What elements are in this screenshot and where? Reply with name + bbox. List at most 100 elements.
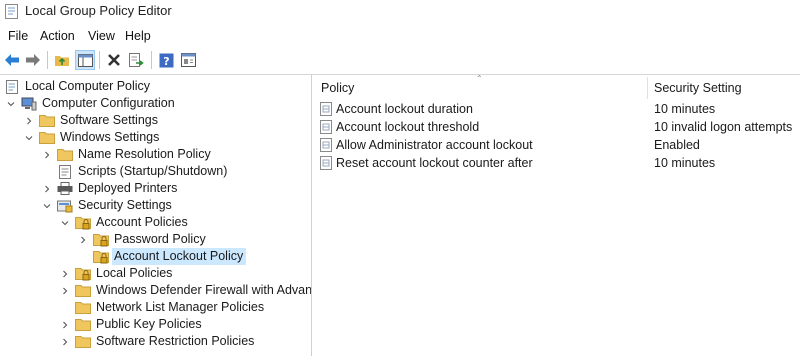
up-folder-icon — [55, 56, 69, 66]
properties-icon — [180, 53, 196, 67]
menu-view[interactable]: View — [88, 29, 115, 43]
table-row[interactable]: Allow Administrator account lockout Enab… — [313, 136, 800, 154]
properties-button[interactable] — [178, 50, 198, 70]
sort-ascending-icon: ⌃ — [476, 75, 483, 83]
lock-folder-icon — [75, 267, 91, 281]
folder-icon — [39, 131, 55, 145]
column-divider[interactable] — [647, 77, 648, 99]
tree-node-security-settings[interactable]: Security Settings — [42, 197, 175, 214]
tree-node-scripts[interactable]: Scripts (Startup/Shutdown) — [57, 163, 230, 180]
folder-icon — [75, 301, 91, 315]
chevron-right-icon[interactable] — [60, 286, 70, 296]
chevron-right-icon[interactable] — [42, 150, 52, 160]
menu-file[interactable]: File — [8, 29, 28, 43]
tree-node-local-computer-policy[interactable]: Local Computer Policy — [4, 78, 153, 95]
show-hide-tree-button[interactable] — [75, 50, 95, 70]
policy-setting-icon — [320, 102, 332, 116]
computer-icon — [21, 97, 37, 111]
policy-editor-icon — [5, 4, 18, 19]
lock-folder-icon — [93, 250, 109, 264]
chevron-down-icon[interactable] — [42, 201, 52, 211]
tree-node-local-policies[interactable]: Local Policies — [60, 265, 175, 282]
chevron-down-icon[interactable] — [60, 218, 70, 228]
details-list[interactable]: ⌃ Policy Security Setting Account lockou… — [313, 75, 800, 356]
chevron-right-icon[interactable] — [42, 184, 52, 194]
tree-node-computer-configuration[interactable]: Computer Configuration — [6, 95, 178, 112]
tree-node-label: Windows Defender Firewall with Advanced — [96, 283, 312, 297]
export-list-button[interactable] — [126, 50, 146, 70]
toolbar-separator — [47, 51, 48, 69]
table-row[interactable]: Account lockout threshold 10 invalid log… — [313, 118, 800, 136]
tree-node-name-resolution-policy[interactable]: Name Resolution Policy — [42, 146, 214, 163]
policy-setting-icon — [320, 120, 332, 134]
menu-action[interactable]: Action — [40, 29, 75, 43]
up-one-level-button[interactable] — [52, 50, 72, 70]
tree-node-label: Account Lockout Policy — [112, 248, 247, 265]
folder-icon — [75, 318, 91, 332]
back-arrow-icon — [5, 54, 19, 66]
folder-icon — [75, 335, 91, 349]
security-setting-value: 10 minutes — [654, 156, 716, 170]
tree-node-software-settings[interactable]: Software Settings — [24, 112, 161, 129]
delete-button[interactable] — [104, 50, 124, 70]
help-icon: ? — [159, 53, 173, 68]
export-list-icon — [128, 53, 144, 67]
forward-button[interactable] — [23, 50, 43, 70]
column-header-security-setting[interactable]: Security Setting — [654, 81, 742, 95]
tree-node-label: Software Settings — [60, 113, 158, 127]
policy-name: Account lockout threshold — [336, 120, 480, 134]
window-title: Local Group Policy Editor — [25, 3, 172, 18]
tree-node-label: Security Settings — [78, 198, 172, 212]
chevron-right-icon[interactable] — [24, 116, 34, 126]
console-tree[interactable]: Local Computer Policy Computer Configura… — [0, 75, 312, 356]
tree-node-label: Deployed Printers — [78, 181, 178, 195]
chevron-down-icon[interactable] — [24, 133, 34, 143]
help-button[interactable]: ? — [156, 50, 176, 70]
chevron-down-icon[interactable] — [6, 99, 16, 109]
tree-node-public-key-policies[interactable]: Public Key Policies — [60, 316, 205, 333]
policy-name: Reset account lockout counter after — [336, 156, 533, 170]
tree-node-label: Password Policy — [114, 232, 206, 246]
tree-node-windows-settings[interactable]: Windows Settings — [24, 129, 162, 146]
lock-folder-icon — [75, 216, 91, 230]
toolbar: ? — [0, 47, 800, 75]
toolbar-separator — [99, 51, 100, 69]
menu-help[interactable]: Help — [125, 29, 151, 43]
column-header-policy[interactable]: Policy — [321, 81, 354, 95]
tree-node-label: Name Resolution Policy — [78, 147, 211, 161]
policy-setting-icon — [320, 138, 332, 152]
tree-node-windows-defender-firewall[interactable]: Windows Defender Firewall with Advanced — [60, 282, 312, 299]
security-setting-value: 10 minutes — [654, 102, 716, 116]
tree-node-account-lockout-policy[interactable]: Account Lockout Policy — [93, 248, 247, 265]
tree-node-network-list-manager[interactable]: Network List Manager Policies — [75, 299, 267, 316]
script-icon — [57, 164, 73, 179]
tree-node-software-restriction-policies[interactable]: Software Restriction Policies — [60, 333, 257, 350]
security-setting-value: 10 invalid logon attempts — [654, 120, 793, 134]
table-row[interactable]: Reset account lockout counter after 10 m… — [313, 154, 800, 172]
policy-setting-icon — [320, 156, 332, 170]
tree-node-label: Public Key Policies — [96, 317, 202, 331]
tree-node-label: Network List Manager Policies — [96, 300, 265, 314]
chevron-right-icon[interactable] — [60, 269, 70, 279]
tree-node-account-policies[interactable]: Account Policies — [60, 214, 191, 231]
toolbar-separator — [151, 51, 152, 69]
table-row[interactable]: Account lockout duration 10 minutes — [313, 100, 800, 118]
lock-folder-icon — [93, 233, 109, 247]
policy-doc-icon — [4, 79, 20, 94]
folder-icon — [57, 148, 73, 162]
chevron-right-icon[interactable] — [78, 235, 88, 245]
security-icon — [57, 199, 73, 213]
tree-node-label: Scripts (Startup/Shutdown) — [78, 164, 228, 178]
tree-node-label: Local Computer Policy — [25, 79, 151, 93]
tree-node-label: Computer Configuration — [42, 96, 175, 110]
chevron-right-icon[interactable] — [60, 320, 70, 330]
printer-icon — [57, 182, 73, 196]
back-button[interactable] — [2, 50, 22, 70]
tree-node-label: Local Policies — [96, 266, 173, 280]
policy-name: Allow Administrator account lockout — [336, 138, 533, 152]
folder-icon — [75, 284, 91, 298]
chevron-right-icon[interactable] — [60, 337, 70, 347]
tree-node-deployed-printers[interactable]: Deployed Printers — [42, 180, 180, 197]
tree-node-password-policy[interactable]: Password Policy — [78, 231, 209, 248]
folder-icon — [39, 114, 55, 128]
